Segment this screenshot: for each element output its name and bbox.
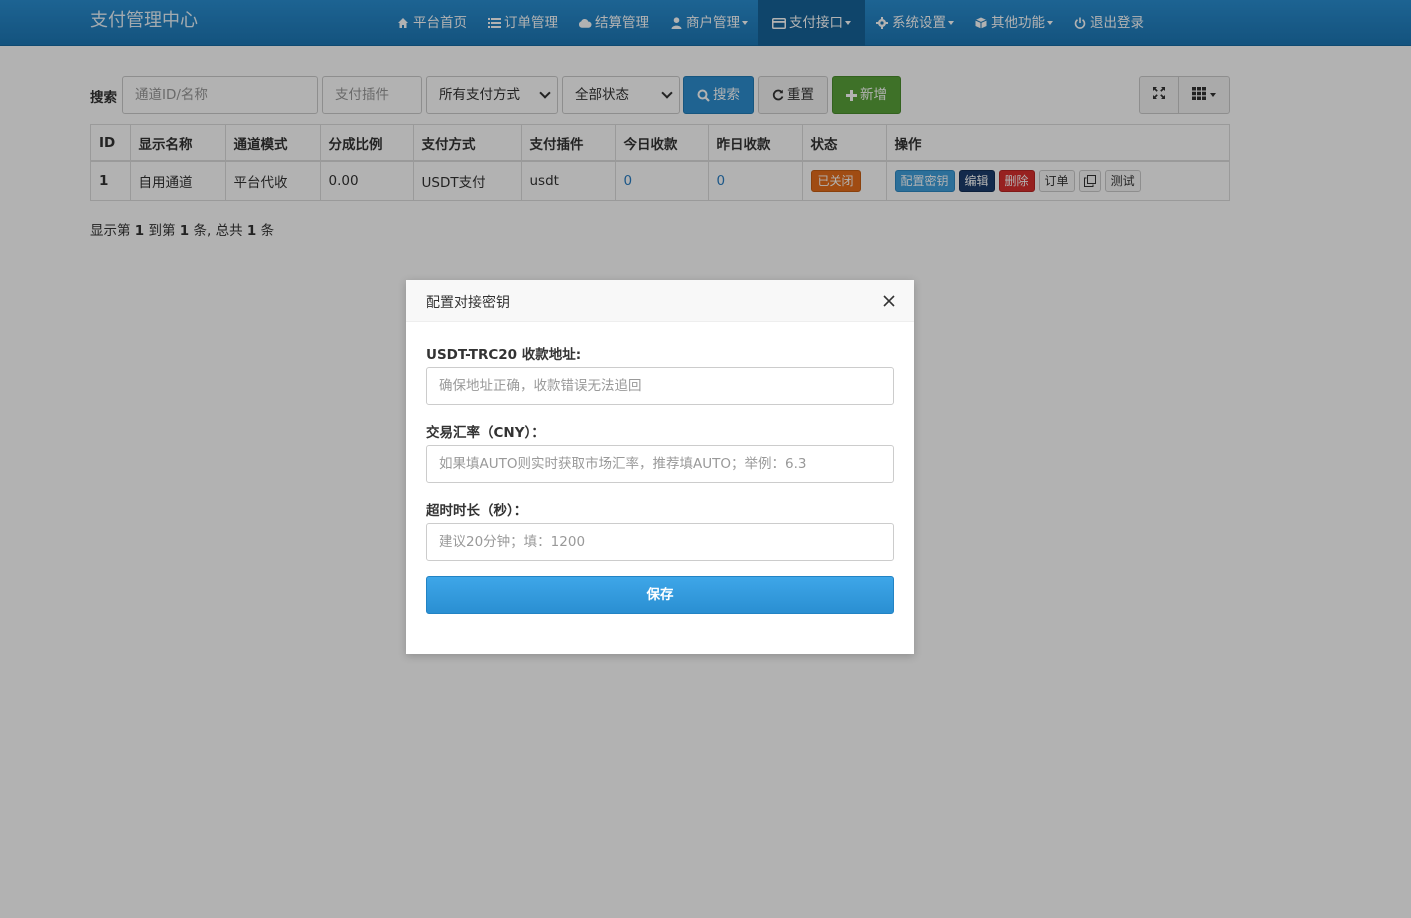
close-icon — [883, 295, 895, 307]
exchange-rate-input[interactable]: 如果填AUTO则实时获取市场汇率，推荐填AUTO；举例：6.3 — [426, 445, 894, 483]
close-button[interactable] — [882, 294, 896, 308]
modal-title: 配置对接密钥 — [426, 295, 510, 311]
modal-header: 配置对接密钥 — [406, 280, 914, 322]
config-key-modal: 配置对接密钥 USDT-TRC20 收款地址: 确保地址正确，收款错误无法追回 … — [406, 280, 914, 654]
save-button[interactable]: 保存 — [426, 576, 894, 614]
exchange-rate-label: 交易汇率（CNY）： — [426, 425, 545, 441]
address-label: USDT-TRC20 收款地址: — [426, 347, 582, 363]
timeout-input[interactable]: 建议20分钟；填：1200 — [426, 523, 894, 561]
timeout-label: 超时时长（秒）： — [426, 503, 528, 519]
address-input[interactable]: 确保地址正确，收款错误无法追回 — [426, 367, 894, 405]
